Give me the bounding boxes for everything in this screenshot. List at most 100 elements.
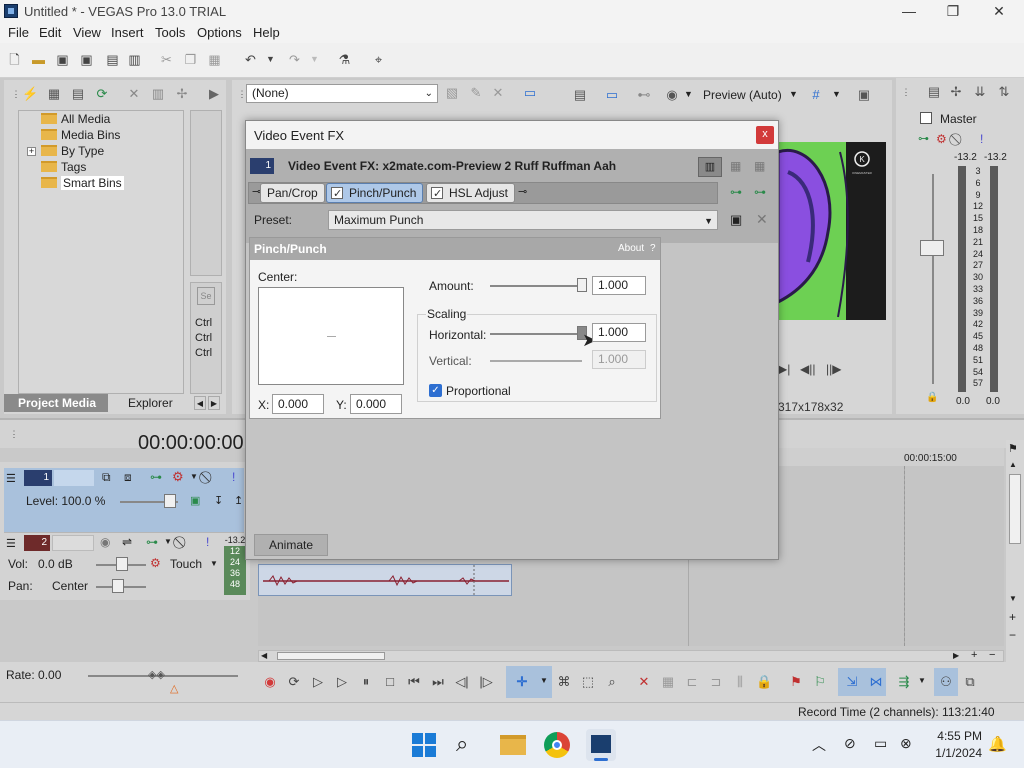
redo-icon[interactable]: ↷: [286, 51, 303, 68]
chevron-down-icon[interactable]: ▼: [210, 559, 218, 568]
mixer-properties-icon[interactable]: ▤: [926, 84, 942, 100]
previous-frame-icon[interactable]: ◁|: [454, 674, 470, 690]
menu-insert[interactable]: Insert: [111, 25, 144, 40]
master-automation-icon[interactable]: !: [980, 132, 983, 146]
dialog-close-button[interactable]: x: [756, 126, 774, 144]
frame-back-icon[interactable]: ◀||: [800, 362, 815, 376]
plugin-list-view-icon[interactable]: ▦: [730, 159, 741, 173]
what-is-this-help-icon[interactable]: ⌖: [370, 51, 387, 68]
normal-edit-tool-icon[interactable]: ✛: [514, 674, 530, 690]
prev-frame-icon[interactable]: ▶|: [778, 362, 790, 376]
media-fx-icon[interactable]: ▥: [150, 86, 166, 102]
invert-phase-icon[interactable]: ⇌: [122, 535, 132, 549]
automation-gear-icon[interactable]: ⚙: [150, 556, 161, 570]
render-icon[interactable]: ▥: [126, 51, 143, 68]
chrome-icon[interactable]: [544, 732, 570, 758]
display-icon[interactable]: ▭: [874, 735, 887, 752]
frame-forward-icon[interactable]: ||▶: [826, 362, 841, 376]
proportional-checkbox[interactable]: ✓: [429, 384, 442, 397]
play-from-start-icon[interactable]: ▷: [310, 674, 326, 690]
track-name-field[interactable]: [54, 470, 94, 486]
next-frame-icon[interactable]: |▷: [478, 674, 494, 690]
copy-snapshot-icon[interactable]: ▣: [856, 87, 872, 103]
envelope-tool-icon[interactable]: ⌘: [556, 674, 572, 690]
paste-icon[interactable]: ▦: [206, 51, 223, 68]
volume-muted-icon[interactable]: ⊗: [900, 735, 912, 752]
maximize-button[interactable]: ❐: [930, 0, 976, 23]
expand-panel-icon[interactable]: ▶: [206, 86, 222, 102]
downmix-icon[interactable]: ⇊: [972, 84, 988, 100]
center-picker[interactable]: [258, 287, 404, 385]
menu-options[interactable]: Options: [197, 25, 242, 40]
enable-snapping-icon[interactable]: ⚗: [336, 51, 353, 68]
expand-by-type-icon[interactable]: +: [27, 147, 36, 156]
chevron-down-icon[interactable]: ▼: [832, 89, 841, 99]
checkbox-icon[interactable]: [431, 185, 443, 203]
ignore-event-grouping-icon[interactable]: ⧉: [962, 674, 978, 690]
horizontal-input[interactable]: 1.000: [592, 323, 646, 342]
parent-composite-icon[interactable]: ⧈: [124, 470, 132, 485]
help-icon[interactable]: ?: [650, 243, 656, 254]
remove-plugin-icon[interactable]: ⊶: [754, 185, 766, 199]
split-screen-icon[interactable]: ⊷: [636, 87, 652, 103]
copy-icon[interactable]: ❐: [182, 51, 199, 68]
add-plugin-icon[interactable]: ⊶: [730, 185, 742, 199]
solo-icon[interactable]: !: [232, 470, 235, 484]
level-slider-thumb[interactable]: [164, 494, 176, 508]
tab-explorer[interactable]: Explorer: [128, 394, 173, 412]
lock-icon[interactable]: 🔒: [756, 674, 772, 690]
dialog-title-bar[interactable]: Video Event FX x: [246, 121, 778, 149]
menu-help[interactable]: Help: [253, 25, 280, 40]
trim-end-icon[interactable]: ⊐: [708, 674, 724, 690]
menu-file[interactable]: File: [8, 25, 29, 40]
pan-slider-thumb[interactable]: [112, 579, 124, 593]
chevron-up-icon[interactable]: ︿: [812, 735, 826, 755]
loop-playback-icon[interactable]: ⟳: [286, 674, 302, 690]
track-name-field[interactable]: [52, 535, 94, 551]
project-properties-icon[interactable]: ▤: [572, 87, 588, 103]
search-icon[interactable]: ⌕: [456, 731, 468, 757]
auto-crossfade-icon[interactable]: ⋈: [868, 674, 884, 690]
track-fx-gear-icon[interactable]: ⚙: [172, 469, 184, 485]
tree-item-tags[interactable]: Tags: [41, 159, 86, 175]
auto-ripple-icon[interactable]: ⇶: [896, 674, 912, 690]
plugin-chain-view-icon[interactable]: ▥: [698, 157, 722, 177]
menu-edit[interactable]: Edit: [39, 25, 61, 40]
tab-scroll-right-icon[interactable]: ▶: [208, 396, 220, 410]
split-icon[interactable]: ⫼: [732, 674, 748, 690]
zoom-out-icon[interactable]: −: [989, 649, 995, 661]
pause-icon[interactable]: ⏸: [358, 674, 374, 690]
undo-dropdown-icon[interactable]: ▼: [262, 51, 279, 68]
menu-view[interactable]: View: [73, 25, 101, 40]
mixer-fx-icon[interactable]: ✢: [948, 84, 964, 100]
tab-project-media[interactable]: Project Media: [4, 394, 108, 412]
tree-item-media-bins[interactable]: Media Bins: [41, 127, 120, 143]
chevron-down-icon[interactable]: ▼: [540, 676, 548, 685]
selection-tool-icon[interactable]: ⬚: [580, 674, 596, 690]
track-collapse-icon[interactable]: ☰: [6, 472, 16, 485]
cut-icon[interactable]: ✂: [158, 51, 175, 68]
get-media-icon[interactable]: ▤: [70, 86, 86, 102]
zoom-out-icon[interactable]: −: [1009, 628, 1016, 642]
timeline-horizontal-scroll[interactable]: ◀ ▶ + −: [258, 649, 1004, 662]
clock-date[interactable]: 1/1/2024: [930, 746, 982, 760]
remove-media-icon[interactable]: ✕: [126, 86, 142, 102]
tree-item-by-type[interactable]: By Type: [41, 143, 104, 159]
scroll-thumb[interactable]: [277, 652, 385, 660]
notification-bell-icon[interactable]: 🔔: [988, 735, 1007, 753]
audio-event-clip[interactable]: [258, 564, 512, 597]
master-lock-icon[interactable]: 🔒: [926, 392, 938, 403]
scroll-thumb[interactable]: [1009, 474, 1021, 544]
clock-time[interactable]: 4:55 PM: [936, 729, 982, 743]
composite-level-icon[interactable]: ↥: [234, 494, 243, 507]
zoom-tool-icon[interactable]: ⌕: [604, 674, 620, 690]
properties-icon[interactable]: ▤: [104, 51, 121, 68]
save-preset-icon[interactable]: ▣: [730, 212, 742, 228]
trim-start-icon[interactable]: ⊏: [684, 674, 700, 690]
record-icon[interactable]: ◉: [262, 674, 278, 690]
play-icon[interactable]: ▷: [334, 674, 350, 690]
zoom-in-icon[interactable]: +: [1009, 610, 1016, 624]
plugin-preview-icon[interactable]: ▭: [522, 85, 538, 101]
tree-item-all-media[interactable]: All Media: [41, 111, 110, 127]
network-icon[interactable]: ⊘: [844, 735, 856, 752]
